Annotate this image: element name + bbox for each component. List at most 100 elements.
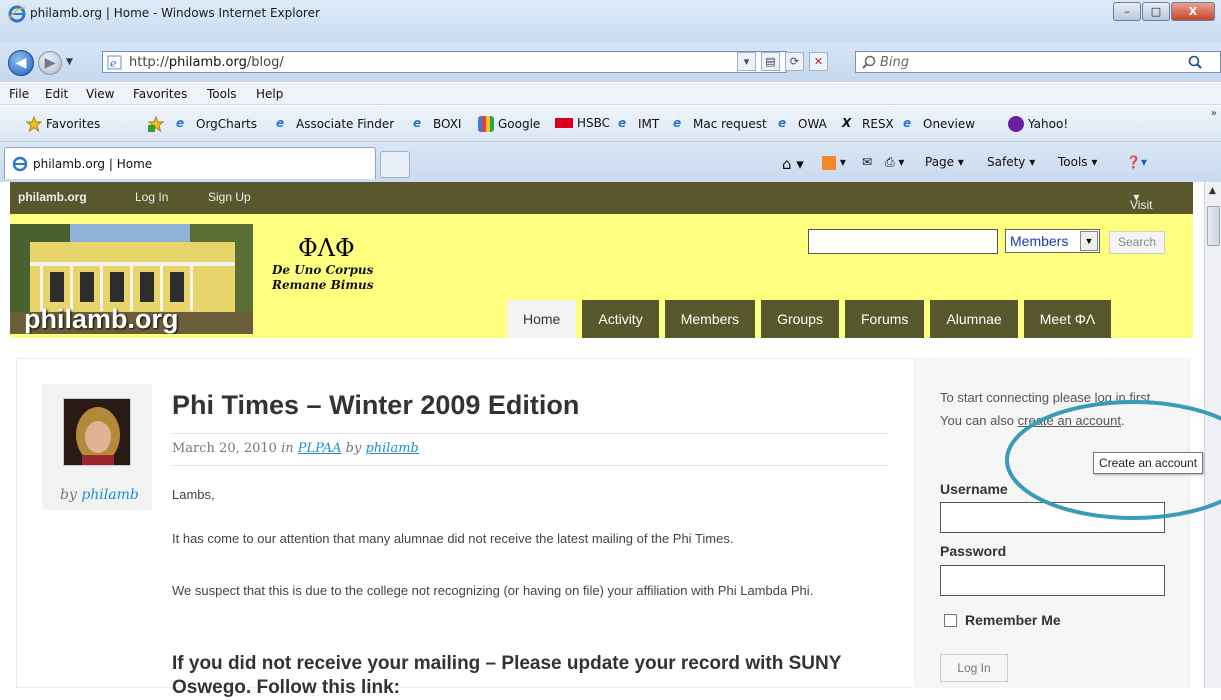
more-chevron-icon[interactable]: » <box>1211 108 1217 119</box>
fav-hsbc[interactable]: HSBC <box>555 116 610 130</box>
address-tools: ▾ ▤ ⟳ ✕ <box>737 52 828 71</box>
mail-icon[interactable]: ✉ <box>862 155 872 169</box>
tools-menu[interactable]: Tools ▾ <box>1058 155 1097 169</box>
address-bar[interactable]: e http://philamb.org/blog/ <box>102 51 787 73</box>
post-author-link[interactable]: philamb <box>365 441 418 456</box>
back-button[interactable]: ◀ <box>8 50 34 76</box>
nav-activity[interactable]: Activity <box>582 300 659 338</box>
nav-members[interactable]: Members <box>664 300 756 338</box>
remember-me[interactable]: Remember Me <box>944 612 1061 628</box>
category-link[interactable]: PLPAA <box>298 441 342 456</box>
adminbar-login-link[interactable]: Log In <box>135 190 168 204</box>
page-menu[interactable]: Page ▾ <box>925 155 964 169</box>
home-icon[interactable]: ⌂ ▾ <box>782 155 804 173</box>
ie-page-icon: e <box>673 116 682 130</box>
nav-meet[interactable]: Meet ΦΛ <box>1023 300 1112 338</box>
stop-icon[interactable]: ✕ <box>809 52 828 71</box>
tab-bar: philamb.org | Home ⌂ ▾ ▾ ✉ ⎙ ▾ Page ▾ Sa… <box>0 142 1221 182</box>
address-dropdown-icon[interactable]: ▾ <box>737 52 756 71</box>
header-house-photo[interactable]: philamb.org <box>10 224 253 334</box>
remember-me-checkbox[interactable] <box>944 613 957 627</box>
menu-edit[interactable]: Edit <box>45 87 68 101</box>
nav-home[interactable]: Home <box>507 300 577 338</box>
site-search-input[interactable] <box>808 229 998 254</box>
avatar-image <box>64 399 130 465</box>
nav-alumnae[interactable]: Alumnae <box>930 300 1018 338</box>
adminbar-visit-menu[interactable]: Visit ▾ <box>1130 190 1152 212</box>
menu-bar: File Edit View Favorites Tools Help <box>0 83 1221 105</box>
add-favorite-icon[interactable] <box>148 116 168 132</box>
fav-yahoo[interactable]: Yahoo! <box>1008 116 1068 132</box>
fav-owa[interactable]: e OWA <box>778 116 827 132</box>
page-icon: e <box>107 55 122 70</box>
ie-page-icon: e <box>413 116 422 130</box>
post-paragraph: We suspect that this is due to the colle… <box>172 583 814 598</box>
close-button[interactable]: X <box>1171 2 1215 21</box>
minimize-button[interactable]: – <box>1113 2 1141 21</box>
divider <box>172 433 888 434</box>
ie-page-icon: e <box>176 116 185 130</box>
star-icon <box>26 116 42 132</box>
history-dropdown-icon[interactable]: ▼ <box>66 57 73 67</box>
feeds-icon[interactable]: ▾ <box>822 155 846 170</box>
menu-tools[interactable]: Tools <box>207 87 237 101</box>
fav-associate-finder[interactable]: e Associate Finder <box>276 116 394 132</box>
adminbar-signup-link[interactable]: Sign Up <box>208 190 251 204</box>
create-account-tooltip: Create an account <box>1093 452 1204 474</box>
login-button[interactable]: Log In <box>940 654 1008 682</box>
print-icon[interactable]: ⎙ ▾ <box>885 155 904 170</box>
compatibility-view-icon[interactable]: ▤ <box>761 52 780 71</box>
motto: De Uno Corpus Remane Bimus <box>272 263 374 292</box>
ie-logo-icon <box>8 5 26 23</box>
new-tab-button[interactable] <box>380 151 410 178</box>
menu-file[interactable]: File <box>9 87 29 101</box>
author-link[interactable]: philamb <box>81 487 139 503</box>
fav-mac-request[interactable]: e Mac request <box>673 116 767 132</box>
forward-button[interactable]: ▶ <box>38 51 62 75</box>
tab-philamb-home[interactable]: philamb.org | Home <box>4 147 376 179</box>
post-greeting: Lambs, <box>172 487 215 502</box>
site-name-logo: philamb.org <box>24 304 179 334</box>
site-admin-bar: philamb.org Log In Sign Up Visit ▾ <box>10 182 1193 214</box>
scroll-up-icon[interactable]: ▲ <box>1209 186 1216 196</box>
nav-forums[interactable]: Forums <box>844 300 925 338</box>
password-field[interactable] <box>940 565 1165 596</box>
window-controls: – □ X <box>1112 2 1215 21</box>
fav-orgcharts[interactable]: e OrgCharts <box>176 116 257 132</box>
resx-icon: X <box>842 116 852 130</box>
divider <box>172 465 888 466</box>
fav-resx[interactable]: X RESX <box>842 116 894 132</box>
fav-google[interactable]: Google <box>478 116 540 132</box>
adminbar-site-link[interactable]: philamb.org <box>18 190 87 204</box>
fav-oneview[interactable]: e Oneview <box>903 116 975 132</box>
greek-letters: ΦΛΦ <box>298 234 355 262</box>
search-placeholder: Bing <box>880 55 910 70</box>
post-meta: March 20, 2010 in PLPAA by philamb <box>172 441 419 456</box>
search-scope-select[interactable]: Members ▼ <box>1005 229 1100 253</box>
menu-help[interactable]: Help <box>256 87 283 101</box>
ie-page-icon: e <box>618 116 627 130</box>
ie-page-icon: e <box>778 116 787 130</box>
post-subheading: If you did not receive your mailing – Pl… <box>172 653 842 698</box>
help-icon[interactable]: ❓▾ <box>1126 155 1147 169</box>
fav-imt[interactable]: e IMT <box>618 116 659 132</box>
nav-groups[interactable]: Groups <box>761 300 839 338</box>
menu-view[interactable]: View <box>86 87 114 101</box>
scroll-thumb[interactable] <box>1207 206 1220 246</box>
yahoo-icon <box>1008 116 1024 132</box>
fav-boxi[interactable]: e BOXI <box>413 116 461 132</box>
post-title[interactable]: Phi Times – Winter 2009 Edition <box>172 390 579 421</box>
maximize-button[interactable]: □ <box>1142 2 1170 21</box>
site-search-button[interactable]: Search <box>1109 231 1165 254</box>
ie-page-icon: e <box>903 116 912 130</box>
refresh-icon[interactable]: ⟳ <box>785 52 804 71</box>
favorites-bar: Favorites e OrgCharts e Associate Finder e… <box>0 106 1221 142</box>
favorites-button[interactable]: Favorites <box>26 116 100 132</box>
window-titlebar: philamb.org | Home - Windows Internet Ex… <box>0 0 1221 42</box>
search-input[interactable]: Bing <box>855 51 1221 73</box>
safety-menu[interactable]: Safety ▾ <box>987 155 1035 169</box>
select-arrow-icon[interactable]: ▼ <box>1080 231 1098 251</box>
menu-favorites[interactable]: Favorites <box>133 87 187 101</box>
search-go-icon[interactable] <box>1188 55 1202 69</box>
author-avatar[interactable] <box>63 398 131 466</box>
